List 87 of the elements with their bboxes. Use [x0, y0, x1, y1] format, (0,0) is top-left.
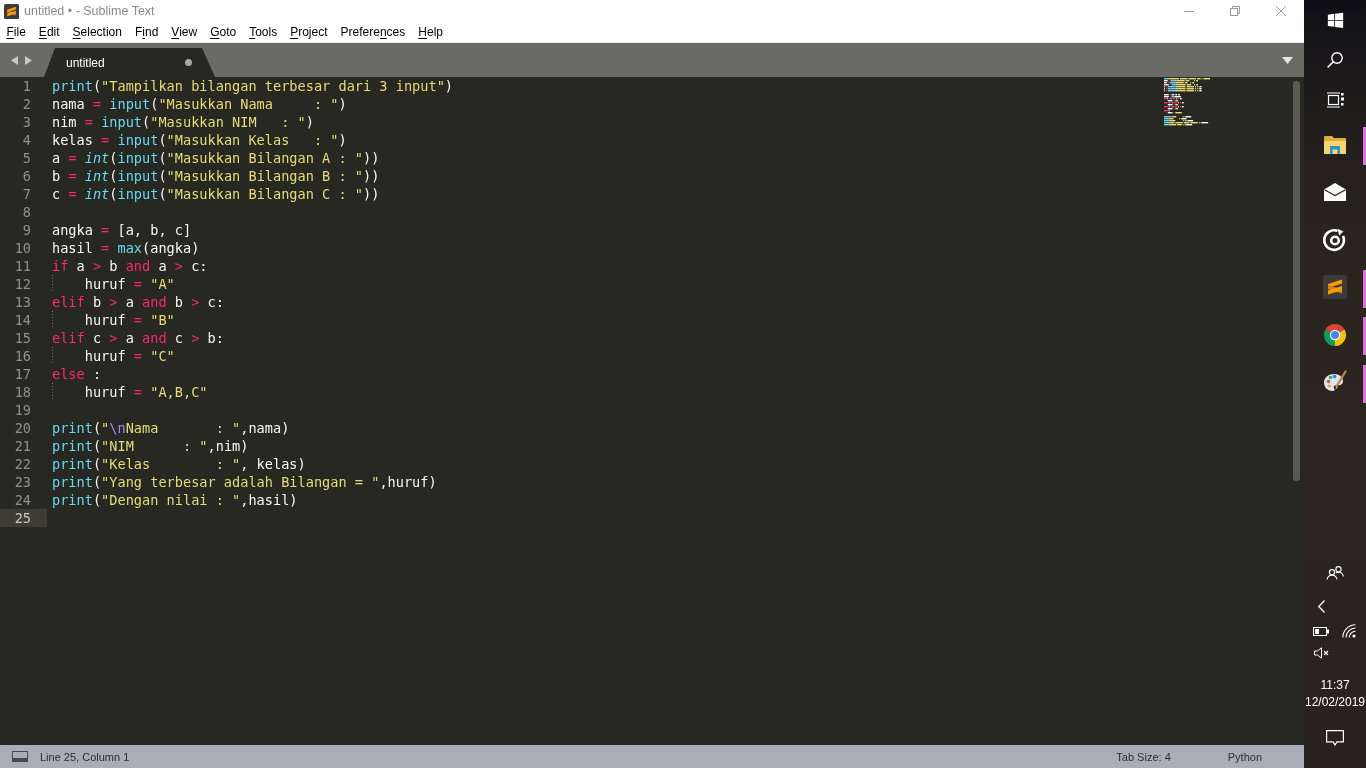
menu-item[interactable]: View: [164, 23, 204, 41]
line-number: 22: [14, 455, 31, 473]
search-icon[interactable]: [1327, 52, 1343, 68]
line-number: 1: [22, 77, 31, 95]
editor-tab[interactable]: untitled: [44, 48, 215, 77]
line-number: 4: [22, 131, 31, 149]
ring-arrow-icon[interactable]: [1323, 227, 1347, 252]
menu-item[interactable]: Edit: [32, 23, 67, 41]
menu-item[interactable]: Tools: [242, 23, 284, 41]
line-number: 6: [22, 167, 31, 185]
line-number: 24: [14, 491, 31, 509]
line-number: 14: [14, 311, 31, 329]
code-line: b = int(input("Masukkan Bilangan B : ")): [52, 167, 380, 185]
code-line: elif c > a and c > b:: [52, 329, 224, 347]
clock[interactable]: 11:37 12/02/2019: [1304, 677, 1366, 711]
tab-size-setting[interactable]: Tab Size: 4: [1116, 750, 1171, 763]
code-line: print("Kelas : ", kelas): [52, 455, 306, 473]
cursor-position: Line 25, Column 1: [40, 750, 130, 763]
line-number: 8: [22, 203, 31, 221]
code-line: huruf = "A,B,C": [83, 383, 208, 401]
code-line: print("NIM : ",nim): [52, 437, 249, 455]
line-number: 19: [14, 401, 31, 419]
close-icon[interactable]: [1276, 6, 1286, 16]
line-number: 7: [22, 185, 31, 203]
line-number: 3: [22, 113, 31, 131]
line-number: 25: [14, 509, 31, 527]
app-logo-icon: [4, 3, 19, 19]
minimap-drawing[interactable]: [1164, 78, 1211, 126]
code-line: c = int(input("Masukkan Bilangan C : ")): [52, 185, 380, 203]
caret-down-icon[interactable]: [1282, 56, 1293, 64]
panel-icon[interactable]: [12, 751, 28, 762]
start-icon[interactable]: [1326, 11, 1344, 29]
line-number: 11: [14, 257, 31, 275]
window-title: untitled • - Sublime Text: [24, 4, 155, 18]
code-line: print("Yang terbesar adalah Bilangan = ",huruf): [52, 473, 437, 491]
code-line: hasil = max(angka): [52, 239, 200, 257]
line-number: 20: [14, 419, 31, 437]
battery-icon[interactable]: [1313, 626, 1329, 636]
minimize-icon[interactable]: [1184, 10, 1194, 12]
app-logo-icon[interactable]: [1323, 275, 1347, 300]
code-line: print("\nNama : ",nama): [52, 419, 290, 437]
code-line: huruf = "A": [83, 275, 175, 293]
line-number: 16: [14, 347, 31, 365]
menu-item[interactable]: Goto: [203, 23, 243, 41]
code-line: if a > b and a > c:: [52, 257, 208, 275]
line-number: 23: [14, 473, 31, 491]
people-icon[interactable]: [1326, 566, 1344, 580]
menu-item[interactable]: Preferences: [334, 23, 412, 41]
chevron-left-icon[interactable]: [1317, 599, 1325, 613]
code-line: a = int(input("Masukkan Bilangan A : ")): [52, 149, 380, 167]
menu-item[interactable]: Help: [411, 23, 450, 41]
menu-item[interactable]: Project: [283, 23, 335, 41]
code-line: else :: [52, 365, 102, 383]
code-line: nama = input("Masukkan Nama : "): [52, 95, 347, 113]
task-view-icon[interactable]: [1326, 92, 1344, 108]
code-line: angka = [a, b, c]: [52, 221, 192, 239]
menu-item[interactable]: File: [0, 23, 33, 41]
syntax-setting[interactable]: Python: [1227, 750, 1262, 763]
volume-muted-icon[interactable]: [1313, 647, 1329, 659]
caret-left-icon[interactable]: [11, 55, 18, 65]
scrollbar-thumb[interactable]: [1293, 81, 1300, 481]
menu-item[interactable]: Selection: [66, 23, 129, 41]
line-number: 12: [14, 275, 31, 293]
line-number: 21: [14, 437, 31, 455]
code-line: nim = input("Masukkan NIM : "): [52, 113, 314, 131]
notifications-icon[interactable]: [1326, 730, 1344, 746]
line-number: 10: [14, 239, 31, 257]
line-number: 2: [22, 95, 31, 113]
code-line: print("Dengan nilai : ",hasil): [52, 491, 298, 509]
line-number: 13: [14, 293, 31, 311]
line-number: 9: [22, 221, 31, 239]
code-line: kelas = input("Masukkan Kelas : "): [52, 131, 347, 149]
code-line: print("Tampilkan bilangan terbesar dari 3 input"): [52, 77, 454, 95]
line-number: 5: [22, 149, 31, 167]
envelope-icon[interactable]: [1323, 182, 1347, 203]
restore-icon[interactable]: [1230, 6, 1240, 16]
menu-item[interactable]: Find: [128, 23, 165, 41]
line-number: 18: [14, 383, 31, 401]
caret-right-icon[interactable]: [25, 55, 32, 65]
code-line: elif b > a and b > c:: [52, 293, 224, 311]
code-line: huruf = "C": [83, 347, 175, 365]
browser-icon[interactable]: [1323, 322, 1347, 347]
folder-icon[interactable]: [1323, 134, 1347, 155]
code-line: huruf = "B": [83, 311, 175, 329]
wifi-icon[interactable]: [1342, 624, 1356, 638]
line-number: 15: [14, 329, 31, 347]
line-number: 17: [14, 365, 31, 383]
